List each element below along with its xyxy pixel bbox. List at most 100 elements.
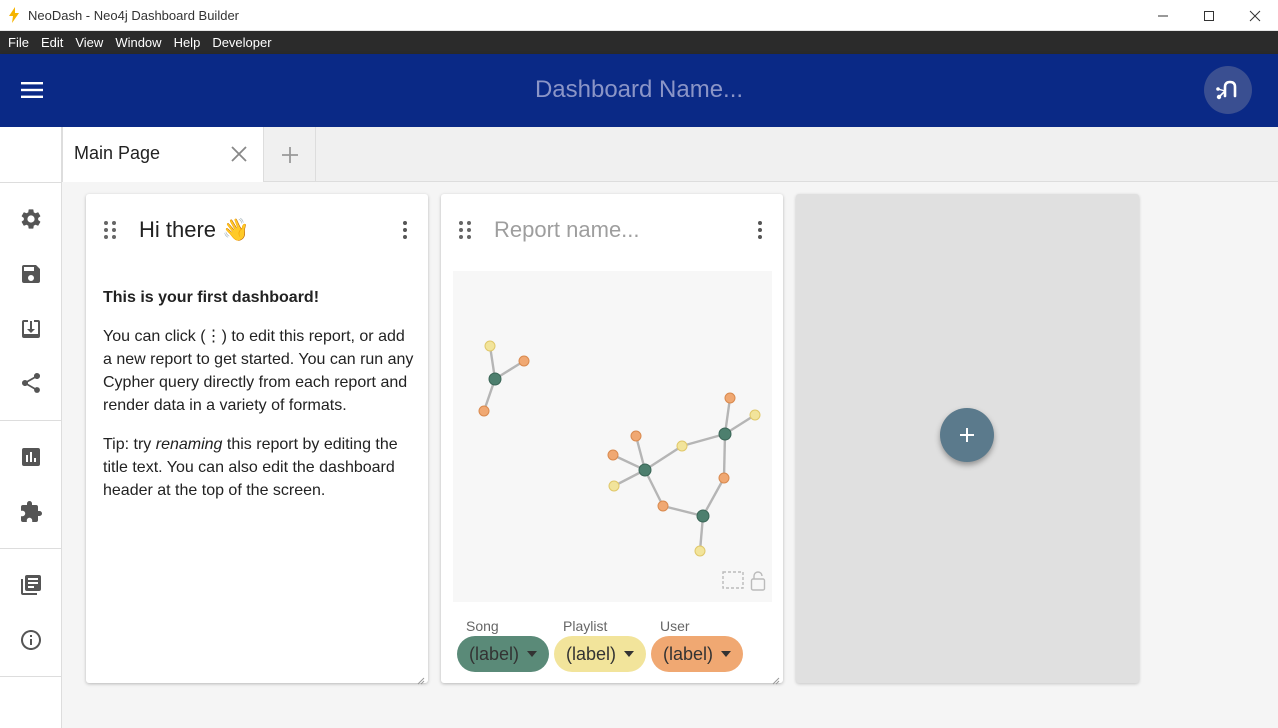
chevron-down-icon (624, 651, 635, 657)
plus-icon (281, 146, 298, 163)
graph-node-user (630, 430, 642, 442)
report-title[interactable]: Hi there 👋 (139, 217, 250, 243)
report-card-graph: Report name... Song (label) Playlist (la… (441, 194, 783, 685)
legend-user: User (label) (651, 618, 743, 672)
resize-handle-icon[interactable] (772, 672, 780, 685)
graph-node-playlist (694, 545, 706, 557)
puzzle-icon (21, 501, 42, 522)
graph-node-user (657, 500, 669, 512)
share-icon (21, 372, 41, 393)
gear-icon (21, 209, 41, 229)
report-menu-button[interactable] (757, 220, 763, 240)
tip-prefix: Tip: try (103, 436, 156, 453)
graph-node-playlist (484, 340, 496, 352)
menu-edit[interactable]: Edit (35, 31, 69, 54)
graph-node-user (518, 355, 530, 367)
report-name-input[interactable]: Report name... (494, 217, 640, 243)
legend-song: Song (label) (457, 618, 549, 672)
close-window-button[interactable] (1232, 0, 1278, 31)
left-sidebar (0, 127, 62, 728)
graph-canvas (478, 340, 761, 557)
graph-node-playlist (608, 480, 620, 492)
legend-value: (label) (469, 643, 520, 664)
connection-button[interactable] (1204, 66, 1252, 114)
drag-handle-icon[interactable] (458, 220, 472, 240)
maximize-button[interactable] (1186, 0, 1232, 31)
legend-user-select[interactable]: (label) (651, 636, 743, 672)
graph-node-user (718, 472, 730, 484)
menu-help[interactable]: Help (168, 31, 207, 54)
graph-node-song (718, 427, 732, 441)
report-paragraph: You can click (⋮) to edit this report, o… (103, 328, 414, 414)
more-vertical-icon (403, 221, 407, 239)
graph-node-song (488, 372, 502, 386)
sidebar-item-documentation[interactable] (17, 571, 45, 599)
graph-node-user (724, 392, 736, 404)
bar-chart-icon (22, 448, 40, 466)
sidebar-item-report-types[interactable] (17, 443, 45, 471)
tip-emphasis: renaming (155, 436, 223, 453)
lightning-icon (8, 7, 22, 23)
lock-icon[interactable] (750, 571, 766, 596)
chevron-down-icon (527, 651, 538, 657)
sidebar-item-share[interactable] (17, 369, 45, 397)
legend-category-label: User (660, 618, 690, 634)
report-menu-button[interactable] (402, 220, 408, 240)
tab-close-button[interactable] (229, 144, 249, 164)
app-header: Dashboard Name... (0, 54, 1278, 127)
legend-category-label: Song (466, 618, 499, 634)
menu-developer[interactable]: Developer (206, 31, 277, 54)
legend-playlist-select[interactable]: (label) (554, 636, 646, 672)
graph-node-user (478, 405, 490, 417)
sidebar-item-settings[interactable] (17, 205, 45, 233)
sidebar-divider (0, 676, 62, 677)
menu-window[interactable]: Window (109, 31, 167, 54)
legend-song-select[interactable]: (label) (457, 636, 549, 672)
menu-bar: File Edit View Window Help Developer (0, 31, 1278, 54)
menu-view[interactable]: View (69, 31, 109, 54)
document-icon (21, 575, 41, 595)
sidebar-item-about[interactable] (17, 626, 45, 654)
tab-main-page[interactable]: Main Page (62, 127, 264, 182)
dashboard-name-input[interactable]: Dashboard Name... (0, 76, 1278, 104)
sidebar-divider (0, 548, 62, 549)
legend-category-label: Playlist (563, 618, 608, 634)
chevron-down-icon (721, 651, 732, 657)
minimize-icon (1158, 15, 1168, 16)
graph-node-playlist (676, 440, 688, 452)
window-title: NeoDash - Neo4j Dashboard Builder (28, 7, 240, 23)
graph-node-user (607, 449, 619, 461)
graph-node-playlist (749, 409, 761, 421)
menu-file[interactable]: File (2, 31, 35, 54)
legend-playlist: Playlist (label) (554, 618, 646, 672)
sidebar-item-save[interactable] (17, 260, 45, 288)
sidebar-divider (0, 182, 62, 183)
plus-icon (960, 428, 974, 442)
legend-value: (label) (663, 643, 714, 664)
load-icon (22, 320, 40, 338)
sidebar-divider (0, 420, 62, 421)
resize-handle-icon[interactable] (417, 672, 425, 685)
tab-label: Main Page (74, 143, 161, 163)
report-tip: Tip: try renaming this report by editing… (103, 433, 415, 502)
sidebar-item-load[interactable] (17, 315, 45, 343)
close-icon (1249, 10, 1261, 21)
add-page-button[interactable] (264, 127, 316, 182)
info-icon (21, 630, 41, 650)
drag-handle-icon[interactable] (103, 220, 117, 240)
page-tab-bar: Main Page (62, 127, 1278, 182)
add-report-button[interactable] (940, 408, 994, 462)
report-card-text: Hi there 👋 This is your first dashboard!… (86, 194, 428, 685)
close-icon (231, 146, 247, 162)
graph-visualization[interactable] (453, 271, 772, 602)
neo4j-connection-icon (1216, 80, 1237, 100)
report-text-content: This is your first dashboard! You can cl… (103, 286, 415, 518)
graph-node-song (696, 509, 710, 523)
maximize-icon (1204, 10, 1214, 21)
window-title-bar: NeoDash - Neo4j Dashboard Builder (0, 0, 1278, 31)
minimize-button[interactable] (1140, 0, 1186, 31)
graph-node-song (638, 463, 652, 477)
sidebar-item-extensions[interactable] (17, 498, 45, 526)
add-report-card (796, 194, 1139, 683)
fit-to-screen-icon[interactable] (722, 571, 744, 596)
